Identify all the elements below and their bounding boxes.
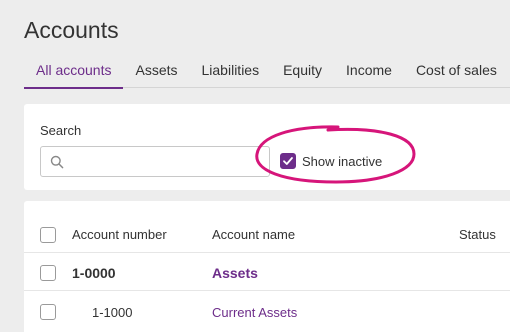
search-icon <box>50 155 64 169</box>
account-name-link[interactable]: Assets <box>212 265 258 281</box>
tab-assets[interactable]: Assets <box>135 58 177 88</box>
account-number: 1-0000 <box>72 265 116 281</box>
page-title: Accounts <box>24 17 119 43</box>
highlight-circle-annotation <box>255 125 416 184</box>
tab-all-accounts[interactable]: All accounts <box>24 58 124 89</box>
column-header-account-number[interactable]: Account number <box>72 227 167 242</box>
column-header-status[interactable]: Status <box>459 227 496 242</box>
column-header-account-name[interactable]: Account name <box>212 227 295 242</box>
search-label: Search <box>40 123 82 138</box>
tab-cost-of-sales[interactable]: Cost of sales <box>416 58 497 88</box>
account-type-tabs: All accounts Assets Liabilities Equity I… <box>24 58 510 89</box>
table-row: 1-0000 Assets <box>24 253 510 291</box>
tab-liabilities[interactable]: Liabilities <box>202 58 260 88</box>
table-header-row: Account number Account name Status <box>24 201 510 253</box>
row-checkbox[interactable] <box>40 265 56 281</box>
search-input[interactable] <box>71 153 261 171</box>
accounts-table: Account number Account name Status 1-000… <box>24 201 510 332</box>
tab-income[interactable]: Income <box>346 58 392 88</box>
account-name-link[interactable]: Current Assets <box>212 305 297 320</box>
row-checkbox[interactable] <box>40 304 56 320</box>
tab-equity[interactable]: Equity <box>283 58 322 88</box>
table-row: 1-1000 Current Assets <box>24 291 510 329</box>
search-box[interactable] <box>40 146 270 177</box>
select-all-checkbox[interactable] <box>40 227 56 243</box>
account-number: 1-1000 <box>92 305 133 320</box>
